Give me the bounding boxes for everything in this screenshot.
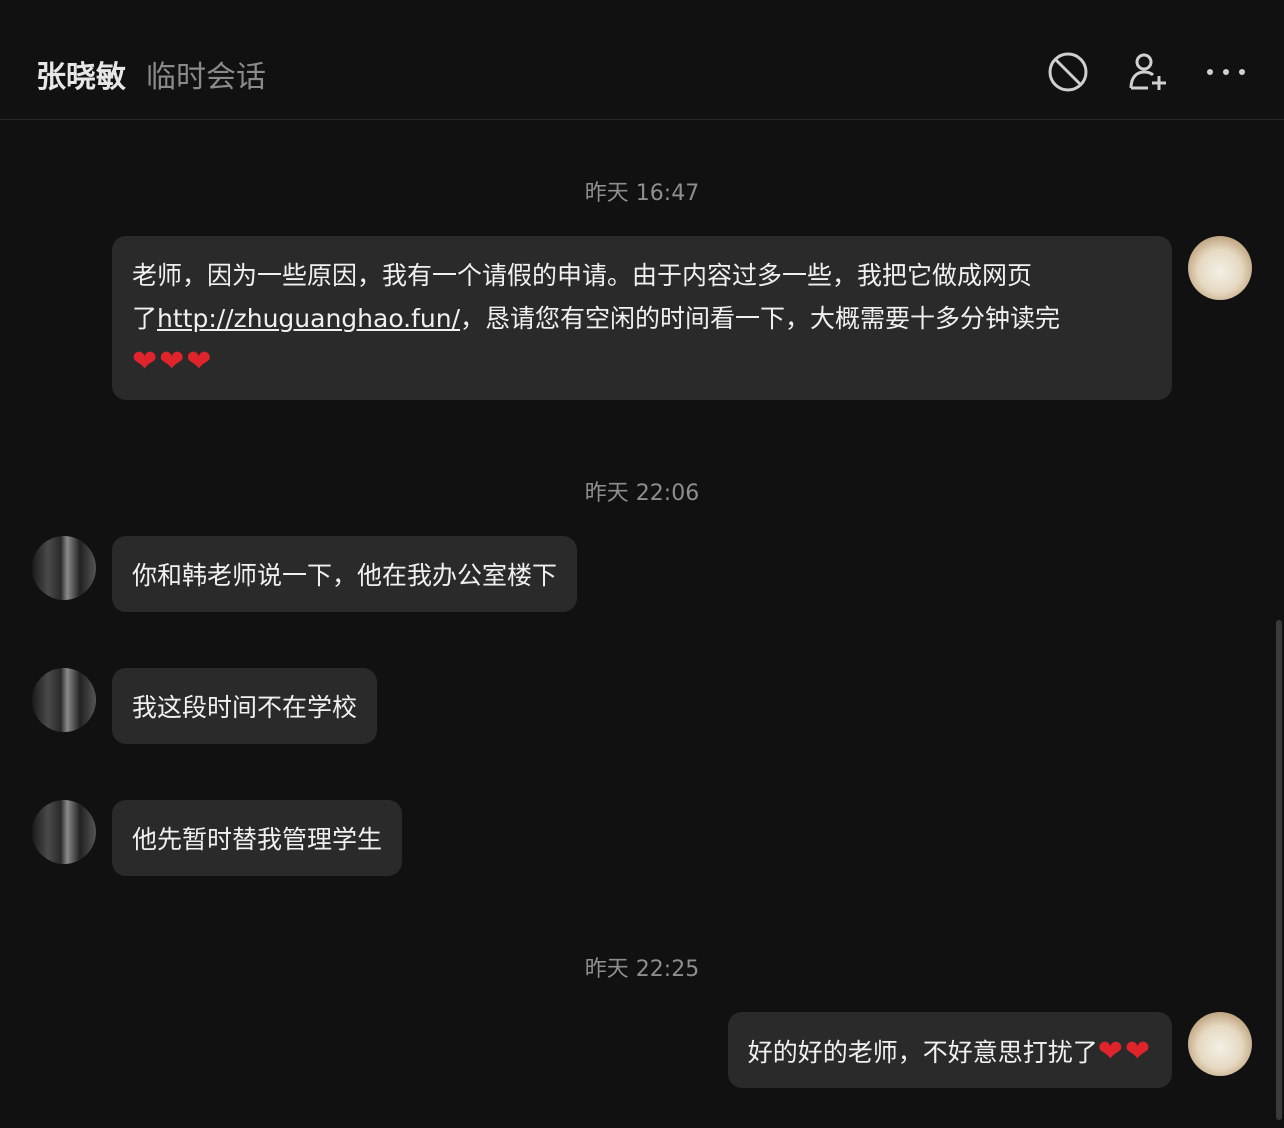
avatar-contact[interactable] xyxy=(32,800,96,864)
heart-emoji: ❤❤❤ xyxy=(132,344,214,379)
message-bubble-sent[interactable]: 老师，因为一些原因，我有一个请假的申请。由于内容过多一些，我把它做成网页 了ht… xyxy=(112,236,1172,400)
message-bubble-received[interactable]: 我这段时间不在学校 xyxy=(112,668,378,744)
avatar-self[interactable] xyxy=(1188,1012,1252,1076)
message-text: 好的好的老师，不好意思打扰了 xyxy=(747,1038,1098,1067)
message-text: 你和韩老师说一下，他在我办公室楼下 xyxy=(132,561,558,590)
message-text: ，恳请您有空闲的时间看一下，大概需要十多分钟读完 xyxy=(460,304,1061,333)
timestamp: 昨天 22:06 xyxy=(584,481,700,506)
chat-header: 张晓敏 临时会话 xyxy=(0,0,1284,120)
message-text-line: 了http://zhuguanghao.fun/，恳请您有空闲的时间看一下，大概… xyxy=(132,297,1152,340)
scrollbar[interactable] xyxy=(1276,620,1282,1120)
avatar-self[interactable] xyxy=(1188,236,1252,300)
add-friend-icon[interactable] xyxy=(1126,50,1170,94)
message-text: 我这段时间不在学校 xyxy=(132,693,358,722)
message-text-line: 老师，因为一些原因，我有一个请假的申请。由于内容过多一些，我把它做成网页 xyxy=(132,261,1033,290)
message-link[interactable]: http://zhuguanghao.fun/ xyxy=(157,304,460,333)
block-icon[interactable] xyxy=(1046,50,1090,94)
more-icon[interactable] xyxy=(1204,50,1248,94)
message-text: 他先暂时替我管理学生 xyxy=(132,825,383,854)
message-bubble-received[interactable]: 他先暂时替我管理学生 xyxy=(112,800,403,876)
avatar-contact[interactable] xyxy=(32,536,96,600)
avatar-contact[interactable] xyxy=(32,668,96,732)
message-bubble-received[interactable]: 你和韩老师说一下，他在我办公室楼下 xyxy=(112,536,578,612)
heart-emoji: ❤❤ xyxy=(1097,1034,1152,1069)
timestamp: 昨天 22:25 xyxy=(584,957,700,982)
message-text: 了 xyxy=(132,304,158,333)
session-type-label: 临时会话 xyxy=(146,60,266,95)
timestamp: 昨天 16:47 xyxy=(584,181,700,206)
message-list[interactable]: 昨天 16:47 老师，因为一些原因，我有一个请假的申请。由于内容过多一些，我把… xyxy=(0,121,1284,1128)
contact-name[interactable]: 张晓敏 xyxy=(36,52,126,96)
chat-window: 张晓敏 临时会话 昨天 16:47 老师，因为一些原因，我有一个请假的申请。由于… xyxy=(0,0,1284,1128)
message-bubble-sent[interactable]: 好的好的老师，不好意思打扰了❤❤ xyxy=(727,1012,1172,1088)
